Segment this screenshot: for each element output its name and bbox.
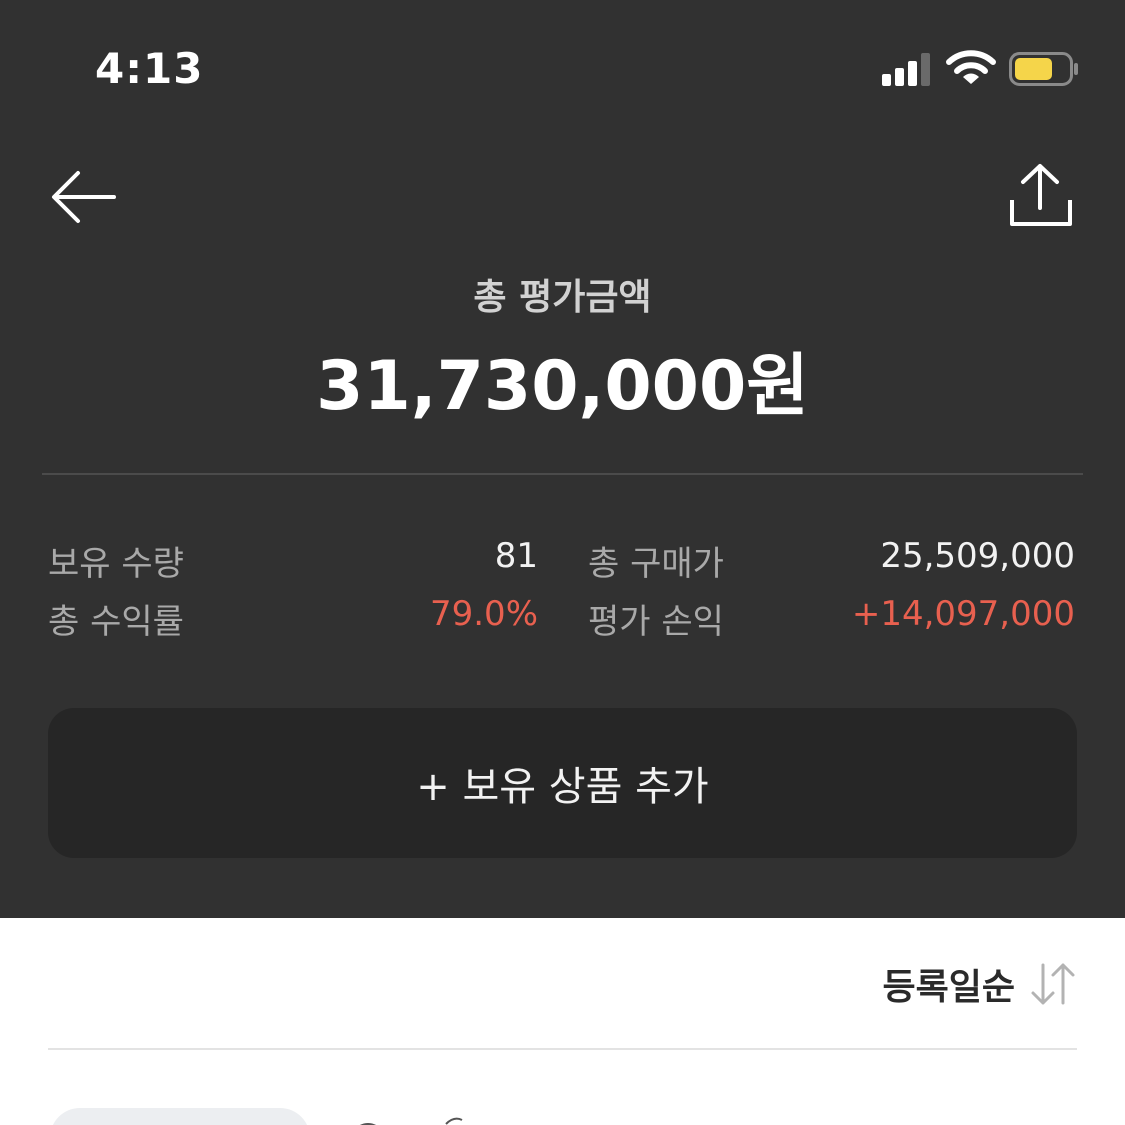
arrow-left-icon: [52, 171, 116, 223]
back-button[interactable]: [48, 162, 120, 232]
add-holding-button[interactable]: + 보유 상품 추가: [48, 708, 1077, 858]
total-value-label: 총 평가금액: [473, 277, 652, 318]
list-item-chip[interactable]: [50, 1108, 310, 1125]
total-cost-value: 25,509,000: [880, 536, 1075, 576]
divider: [42, 473, 1083, 475]
total-cost-label: 총 구매가: [588, 544, 724, 584]
share-upload-icon: [1010, 164, 1072, 226]
holding-qty-value: 81: [494, 536, 538, 576]
total-value-amount: 31,730,000원: [316, 347, 809, 426]
cellular-signal-icon: [882, 52, 934, 86]
return-rate-value: 79.0%: [429, 594, 538, 634]
sort-arrows-icon: [1031, 963, 1075, 1005]
profit-label: 평가 손익: [588, 602, 724, 642]
list-item-preview: [359, 1117, 463, 1125]
status-time: 4:13: [95, 44, 204, 93]
sort-button[interactable]: 등록일순: [883, 958, 1077, 1010]
return-rate-label: 총 수익률: [48, 602, 184, 642]
list-divider: [48, 1048, 1077, 1050]
profit-value: +14,097,000: [851, 594, 1075, 634]
wifi-icon: [946, 50, 996, 84]
holding-qty-label: 보유 수량: [48, 544, 184, 584]
battery-icon: [1009, 52, 1078, 86]
add-holding-label: + 보유 상품 추가: [416, 764, 709, 810]
sort-label: 등록일순: [882, 967, 1015, 1008]
share-button[interactable]: [1004, 160, 1076, 232]
